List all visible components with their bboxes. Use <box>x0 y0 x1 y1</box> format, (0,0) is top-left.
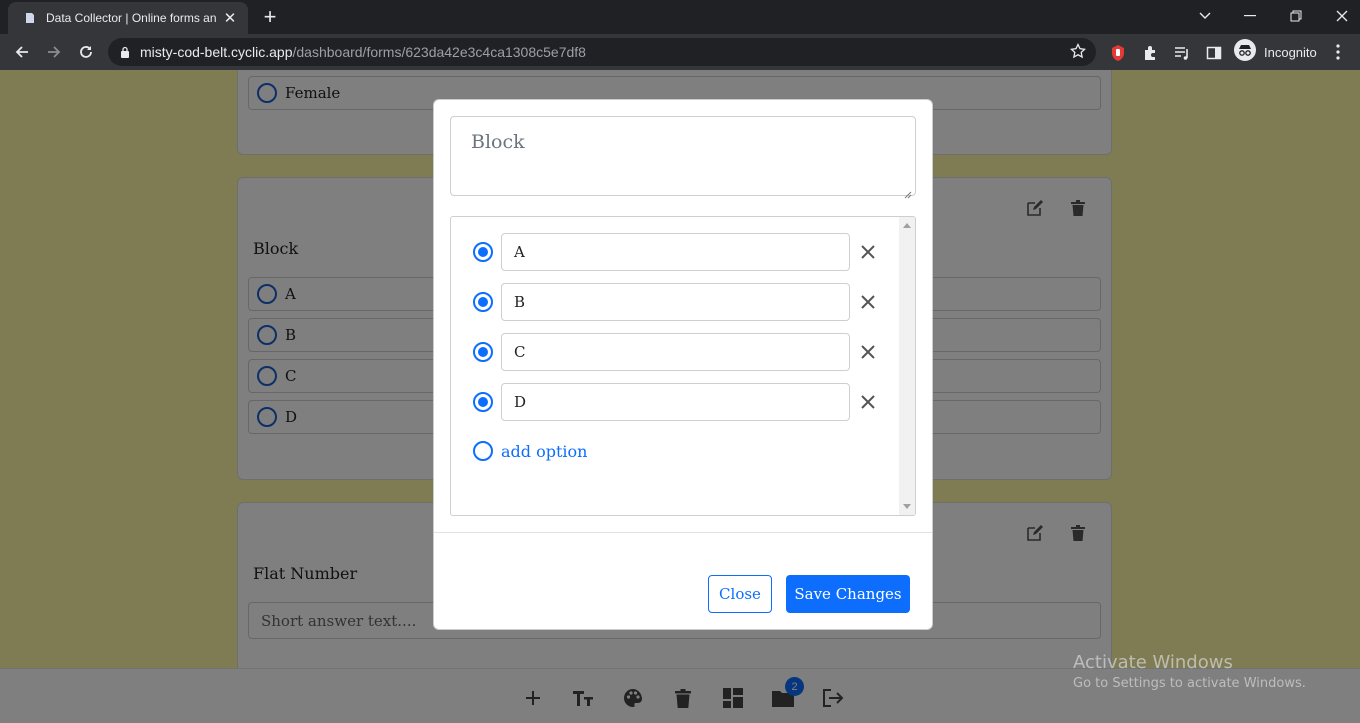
remove-option-icon[interactable] <box>858 392 878 412</box>
incognito-indicator[interactable]: Incognito <box>1234 39 1317 65</box>
url-path: /dashboard/forms/623da42e3c4ca1308c5e7df… <box>292 44 586 60</box>
extensions-puzzle-icon[interactable] <box>1140 43 1160 63</box>
scroll-down-icon[interactable] <box>903 504 911 509</box>
remove-option-icon[interactable] <box>858 292 878 312</box>
scrollbar[interactable] <box>899 217 915 515</box>
incognito-label: Incognito <box>1264 44 1317 60</box>
tab-title: Data Collector | Online forms and <box>46 11 216 25</box>
lock-icon <box>120 43 130 62</box>
bookmark-star-icon[interactable] <box>1069 42 1087 63</box>
back-icon[interactable] <box>8 38 36 66</box>
side-panel-icon[interactable] <box>1204 43 1224 63</box>
tab-close-icon[interactable]: ✕ <box>222 9 238 27</box>
radio-checked-icon[interactable] <box>473 292 493 312</box>
radio-checked-icon[interactable] <box>473 242 493 262</box>
question-textarea[interactable]: Block <box>450 116 916 196</box>
minimize-icon[interactable] <box>1227 0 1273 32</box>
save-changes-button[interactable]: Save Changes <box>786 575 910 613</box>
tab-search-icon[interactable] <box>1182 0 1228 32</box>
radio-checked-icon[interactable] <box>473 342 493 362</box>
option-input[interactable]: D <box>501 383 850 421</box>
remove-option-icon[interactable] <box>858 342 878 362</box>
scroll-up-icon[interactable] <box>903 223 911 228</box>
incognito-icon <box>1234 39 1256 65</box>
new-tab-icon[interactable]: + <box>258 5 282 29</box>
browser-menu-icon[interactable] <box>1336 44 1340 64</box>
url-text: misty-cod-belt.cyclic.app/dashboard/form… <box>140 44 586 60</box>
options-scroll-panel[interactable]: A B C D add option <box>450 216 916 516</box>
extension-shield-icon[interactable] <box>1108 43 1128 63</box>
close-button[interactable]: Close <box>708 575 772 613</box>
url-host: misty-cod-belt.cyclic.app <box>140 44 293 60</box>
add-option-label: add option <box>501 441 588 461</box>
forward-icon[interactable] <box>40 38 68 66</box>
restore-icon[interactable] <box>1273 0 1319 32</box>
address-bar[interactable]: misty-cod-belt.cyclic.app/dashboard/form… <box>108 38 1096 66</box>
edit-question-modal: Block A B C D add option Close Save Chan… <box>433 99 933 630</box>
option-input[interactable]: C <box>501 333 850 371</box>
favicon-icon <box>22 10 38 26</box>
option-edit-row: C <box>473 333 878 371</box>
add-option-button[interactable]: add option <box>473 441 587 461</box>
window-close-icon[interactable] <box>1319 0 1360 32</box>
option-input[interactable]: A <box>501 233 850 271</box>
browser-tab[interactable]: Data Collector | Online forms and ✕ <box>8 2 248 34</box>
option-edit-row: A <box>473 233 878 271</box>
remove-option-icon[interactable] <box>858 242 878 262</box>
browser-toolbar: misty-cod-belt.cyclic.app/dashboard/form… <box>0 34 1360 70</box>
activation-watermark-title: Activate Windows <box>1073 652 1233 673</box>
modal-footer-divider <box>434 532 932 533</box>
radio-icon <box>473 441 493 461</box>
activation-watermark-subtitle: Go to Settings to activate Windows. <box>1073 676 1306 691</box>
radio-checked-icon[interactable] <box>473 392 493 412</box>
option-input[interactable]: B <box>501 283 850 321</box>
option-edit-row: D <box>473 383 878 421</box>
media-queue-icon[interactable] <box>1172 43 1192 63</box>
option-edit-row: B <box>473 283 878 321</box>
browser-tab-strip: Data Collector | Online forms and ✕ + <box>0 0 1360 34</box>
reload-icon[interactable] <box>72 38 100 66</box>
